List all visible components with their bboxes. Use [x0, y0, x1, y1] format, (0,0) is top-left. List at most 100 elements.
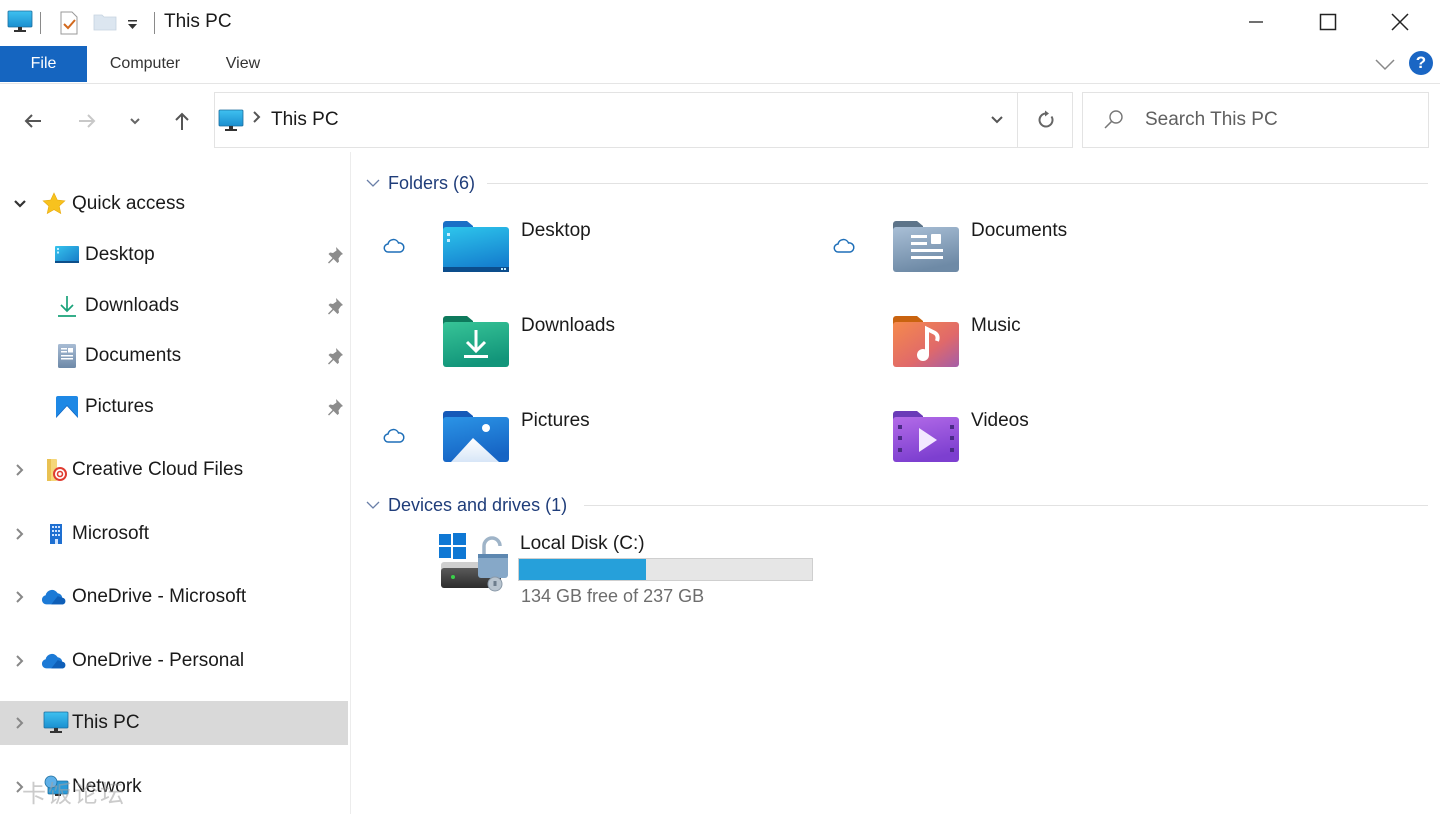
pin-icon[interactable] — [326, 398, 344, 416]
navigation-pane: Quick access Desktop Downloads Documents — [0, 152, 351, 814]
folder-pictures[interactable]: Pictures — [383, 408, 803, 488]
sidebar-item-label: Creative Cloud Files — [72, 459, 244, 480]
properties-icon[interactable] — [59, 10, 79, 41]
folder-videos[interactable]: Videos — [833, 408, 1253, 488]
drive-usage-bar — [518, 558, 813, 581]
chevron-right-icon[interactable] — [12, 715, 28, 731]
folder-name: Desktop — [521, 220, 591, 241]
refresh-button[interactable] — [1018, 93, 1073, 147]
arrow-right-icon — [79, 114, 96, 128]
pin-icon[interactable] — [326, 347, 344, 365]
desktop-folder-icon — [443, 221, 509, 272]
group-header-folders[interactable]: Folders (6) — [365, 170, 475, 196]
recent-locations-button[interactable] — [118, 104, 152, 138]
tab-file[interactable]: File — [0, 46, 87, 82]
group-divider — [487, 183, 1428, 184]
drive-name: Local Disk (C:) — [520, 533, 645, 554]
chevron-right-icon[interactable] — [12, 589, 28, 605]
close-button[interactable] — [1364, 0, 1436, 44]
tab-view[interactable]: View — [214, 46, 272, 82]
maximize-icon — [1319, 13, 1337, 31]
downloads-folder-icon — [443, 316, 509, 367]
document-icon — [54, 343, 80, 369]
sidebar-item-label: OneDrive - Microsoft — [72, 586, 247, 607]
drive-local-disk-c[interactable]: Local Disk (C:) 134 GB free of 237 GB — [438, 532, 818, 612]
sidebar-item-downloads[interactable]: Downloads — [0, 284, 348, 328]
address-history-dropdown[interactable] — [977, 93, 1017, 147]
new-folder-icon[interactable] — [93, 13, 117, 36]
folder-name: Music — [971, 315, 1021, 336]
sidebar-item-quick-access[interactable]: Quick access — [0, 182, 348, 226]
toolbar-separator — [40, 12, 41, 34]
toolbar-separator — [154, 12, 155, 34]
sidebar-item-onedrive-personal[interactable]: OneDrive - Personal — [0, 639, 348, 683]
tab-computer[interactable]: Computer — [98, 46, 192, 82]
chevron-right-icon[interactable] — [12, 462, 28, 478]
sidebar-item-label: Downloads — [85, 295, 179, 316]
customize-dropdown-icon[interactable] — [127, 17, 138, 35]
maximize-button[interactable] — [1292, 0, 1364, 44]
sidebar-item-pictures[interactable]: Pictures — [0, 385, 348, 429]
breadcrumb-chevron-icon[interactable] — [252, 110, 262, 129]
pin-icon[interactable] — [326, 246, 344, 264]
group-divider — [584, 505, 1428, 506]
chevron-right-icon[interactable] — [12, 526, 28, 542]
sidebar-item-microsoft[interactable]: Microsoft — [0, 512, 348, 556]
folder-name: Documents — [971, 220, 1068, 241]
drive-free-space: 134 GB free of 237 GB — [521, 586, 705, 606]
sidebar-item-desktop[interactable]: Desktop — [0, 233, 348, 277]
up-button[interactable] — [165, 104, 199, 138]
sidebar-item-documents[interactable]: Documents — [0, 334, 348, 378]
search-icon — [1103, 109, 1125, 136]
sidebar-item-label: OneDrive - Personal — [72, 650, 245, 671]
onedrive-icon — [41, 584, 67, 610]
folder-desktop[interactable]: Desktop — [383, 218, 803, 298]
arrow-left-icon — [24, 114, 41, 128]
chevron-down-icon — [991, 116, 1003, 124]
download-icon — [54, 293, 80, 319]
address-bar[interactable]: This PC — [214, 92, 1073, 148]
sidebar-item-label: Microsoft — [72, 523, 150, 544]
group-title: Folders (6) — [388, 172, 476, 193]
building-icon — [43, 521, 69, 547]
arrow-up-icon — [175, 112, 189, 130]
sidebar-item-onedrive-microsoft[interactable]: OneDrive - Microsoft — [0, 575, 348, 619]
breadcrumb-this-pc[interactable]: This PC — [271, 109, 339, 131]
sidebar-item-creative-cloud-files[interactable]: Creative Cloud Files — [0, 448, 348, 492]
pictures-icon — [54, 394, 80, 420]
cloud-sync-icon — [383, 428, 405, 443]
minimize-button[interactable] — [1220, 0, 1292, 44]
search-input[interactable] — [1145, 93, 1415, 147]
expand-ribbon-button[interactable] — [1372, 54, 1398, 74]
minimize-icon — [1249, 21, 1263, 23]
chevron-down-icon[interactable] — [12, 196, 28, 212]
pin-icon[interactable] — [326, 297, 344, 315]
local-disk-icon — [439, 533, 508, 592]
folder-documents[interactable]: Documents — [833, 218, 1253, 298]
drive-usage-fill — [519, 559, 647, 580]
desktop-folder-icon — [54, 242, 80, 268]
chevron-right-icon[interactable] — [12, 653, 28, 669]
back-button[interactable] — [16, 104, 50, 138]
folder-name: Pictures — [521, 410, 590, 431]
pictures-folder-icon — [443, 411, 509, 462]
help-button[interactable]: ? — [1409, 51, 1433, 75]
refresh-icon — [1038, 110, 1054, 128]
folder-downloads[interactable]: Downloads — [383, 313, 803, 393]
search-box[interactable] — [1082, 92, 1429, 148]
group-title: Devices and drives (1) — [388, 494, 568, 515]
creative-cloud-folder-icon — [43, 457, 69, 483]
forward-button[interactable] — [70, 104, 104, 138]
onedrive-icon — [41, 648, 67, 674]
chevron-down-icon — [366, 179, 380, 187]
sidebar-item-label: This PC — [72, 712, 140, 733]
videos-folder-icon — [893, 411, 959, 462]
this-pc-icon[interactable] — [7, 10, 33, 39]
sidebar-item-label: Desktop — [85, 244, 155, 265]
cloud-sync-icon — [833, 238, 855, 253]
folder-music[interactable]: Music — [833, 313, 1253, 393]
chevron-down-icon — [1375, 59, 1395, 71]
sidebar-item-this-pc[interactable]: This PC — [0, 701, 348, 745]
group-header-devices-and-drives[interactable]: Devices and drives (1) — [365, 492, 567, 518]
chevron-down-icon — [366, 501, 380, 509]
